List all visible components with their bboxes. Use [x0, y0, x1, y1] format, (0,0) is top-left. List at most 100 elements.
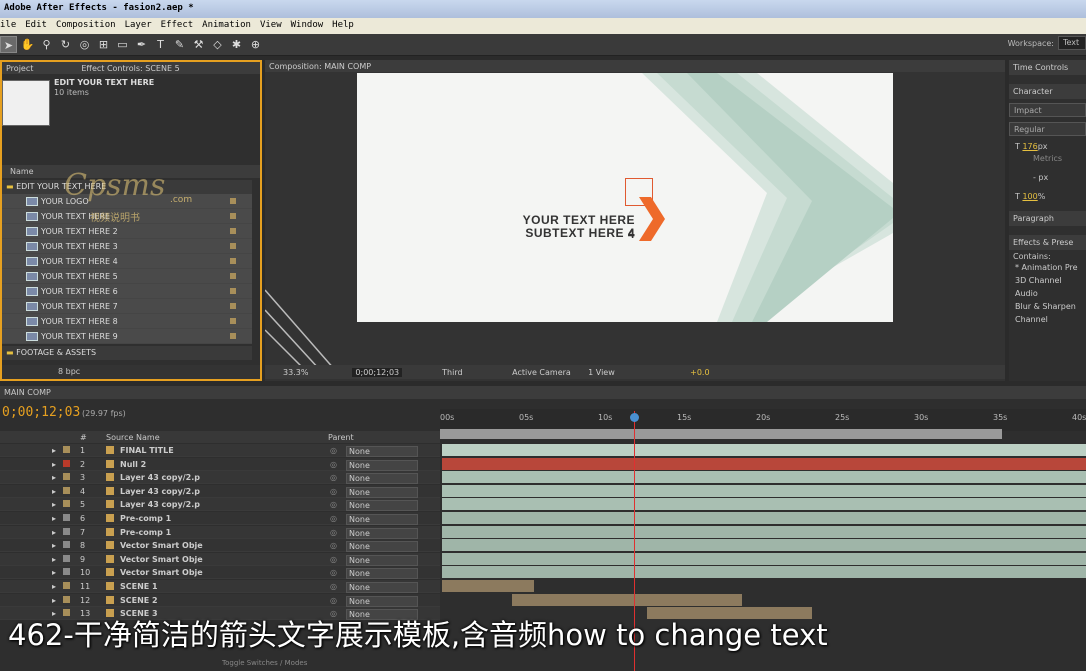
layer-duration-bar[interactable]	[442, 512, 1086, 524]
parent-dropdown[interactable]: None	[346, 568, 418, 580]
layer-source-name[interactable]: Vector Smart Obje	[120, 555, 203, 564]
effects-category[interactable]: Channel	[1009, 315, 1086, 328]
font-dropdown[interactable]: Impact	[1009, 103, 1086, 117]
parent-dropdown[interactable]: None	[346, 473, 418, 485]
layer-label-color[interactable]	[63, 500, 70, 508]
leading-field[interactable]: - px	[1009, 173, 1086, 182]
project-item[interactable]: YOUR TEXT HERE 6	[2, 284, 252, 299]
expand-arrow-icon[interactable]: ▸	[52, 446, 56, 455]
col-parent[interactable]: Parent	[328, 433, 354, 442]
parent-pick-whip-icon[interactable]: ◎	[330, 568, 337, 577]
menu-composition[interactable]: Composition	[56, 20, 116, 34]
layer-source-name[interactable]: Pre-comp 1	[120, 528, 171, 537]
effects-category[interactable]: Audio	[1009, 289, 1086, 302]
layer-label-color[interactable]	[63, 473, 70, 481]
playhead-handle-icon[interactable]	[630, 413, 639, 422]
timeline-timecode[interactable]: 0;00;12;03	[2, 405, 80, 420]
layer-duration-bar[interactable]	[442, 525, 1086, 538]
parent-pick-whip-icon[interactable]: ◎	[330, 473, 337, 482]
kerning-dropdown[interactable]: Metrics	[1009, 154, 1086, 163]
tab-project[interactable]: Project	[6, 64, 33, 73]
layer-row[interactable]: ▸ 1 FINAL TITLE ◎ None	[0, 444, 440, 457]
menu-layer[interactable]: Layer	[125, 20, 152, 34]
layer-label-color[interactable]	[63, 568, 70, 576]
project-item[interactable]: YOUR TEXT HERE 5	[2, 269, 252, 284]
layer-row[interactable]: ▸ 12 SCENE 2 ◎ None	[0, 593, 440, 607]
layer-source-name[interactable]: FINAL TITLE	[120, 446, 174, 455]
layer-source-name[interactable]: SCENE 2	[120, 596, 158, 605]
layer-duration-bar[interactable]	[442, 444, 1086, 456]
toggle-switches-button[interactable]: Toggle Switches / Modes	[222, 659, 307, 667]
parent-dropdown[interactable]: None	[346, 541, 418, 553]
effects-category[interactable]: 3D Channel	[1009, 276, 1086, 289]
workspace-dropdown[interactable]: Text	[1058, 36, 1086, 50]
zoom-dropdown[interactable]: 33.3%	[283, 368, 308, 377]
parent-pick-whip-icon[interactable]: ◎	[330, 446, 337, 455]
project-item[interactable]: YOUR TEXT HERE 3	[2, 239, 252, 254]
font-size-value[interactable]: 176	[1022, 142, 1037, 151]
layer-row[interactable]: ▸ 5 Layer 43 copy/2.p ◎ None	[0, 498, 440, 512]
selection-tool-icon[interactable]: ➤	[0, 36, 17, 53]
menu-edit[interactable]: Edit	[25, 20, 47, 34]
expand-arrow-icon[interactable]: ▸	[52, 596, 56, 605]
expand-arrow-icon[interactable]: ▸	[52, 568, 56, 577]
expand-arrow-icon[interactable]: ▸	[52, 528, 56, 537]
parent-dropdown[interactable]: None	[346, 554, 418, 566]
tab-effect-controls[interactable]: Effect Controls: SCENE 5	[81, 64, 179, 73]
exposure-value[interactable]: +0.0	[690, 368, 709, 377]
parent-pick-whip-icon[interactable]: ◎	[330, 487, 337, 496]
layer-row[interactable]: ▸ 8 Vector Smart Obje ◎ None	[0, 539, 440, 553]
parent-pick-whip-icon[interactable]: ◎	[330, 500, 337, 509]
layer-source-name[interactable]: Layer 43 copy/2.p	[120, 487, 200, 496]
parent-dropdown[interactable]: None	[346, 500, 418, 512]
folder-row-footage[interactable]: ▬ FOOTAGE & ASSETS	[2, 346, 252, 360]
expand-arrow-icon[interactable]: ▸	[52, 487, 56, 496]
project-item[interactable]: YOUR TEXT HERE 9	[2, 329, 252, 344]
layer-duration-bar[interactable]	[442, 580, 534, 592]
views-dropdown[interactable]: 1 View	[588, 368, 630, 377]
parent-dropdown[interactable]: None	[346, 514, 418, 525]
layer-source-name[interactable]: Layer 43 copy/2.p	[120, 500, 200, 509]
layer-source-name[interactable]: Vector Smart Obje	[120, 541, 203, 550]
layer-source-name[interactable]: Null 2	[120, 460, 146, 469]
pan-behind-icon[interactable]: ⊞	[95, 36, 112, 53]
parent-dropdown[interactable]: None	[346, 595, 418, 607]
effects-category[interactable]: * Animation Pre	[1009, 263, 1086, 276]
parent-dropdown[interactable]: None	[346, 486, 418, 498]
parent-pick-whip-icon[interactable]: ◎	[330, 514, 337, 523]
character-tab[interactable]: Character	[1009, 84, 1086, 99]
menu-file[interactable]: ile	[0, 20, 16, 34]
layer-duration-bar[interactable]	[442, 539, 1086, 552]
layer-row[interactable]: ▸ 11 SCENE 1 ◎ None	[0, 580, 440, 593]
menu-animation[interactable]: Animation	[202, 20, 251, 34]
parent-dropdown[interactable]: None	[346, 582, 418, 593]
layer-label-color[interactable]	[63, 446, 70, 453]
expand-arrow-icon[interactable]: ▸	[52, 541, 56, 550]
project-item[interactable]: YOUR TEXT HERE 2	[2, 224, 252, 239]
puppet-tool-icon[interactable]: ✱	[228, 36, 245, 53]
composition-canvas[interactable]: YOUR TEXT HERE 4 SUBTEXT HERE 4	[357, 73, 893, 322]
camera-orbit-icon[interactable]: ◎	[76, 36, 93, 53]
layer-label-color[interactable]	[63, 541, 70, 549]
work-area-bar[interactable]	[440, 429, 1002, 439]
layer-duration-bar[interactable]	[442, 457, 1086, 470]
project-item[interactable]: YOUR TEXT HERE 8	[2, 314, 252, 329]
expand-arrow-icon[interactable]: ▸	[52, 514, 56, 523]
layer-row[interactable]: ▸ 9 Vector Smart Obje ◎ None	[0, 552, 440, 566]
parent-pick-whip-icon[interactable]: ◎	[330, 582, 337, 591]
expand-arrow-icon[interactable]: ▸	[52, 460, 56, 469]
menu-window[interactable]: Window	[291, 20, 324, 34]
tab-composition[interactable]: Composition: MAIN COMP	[269, 62, 371, 71]
layer-row[interactable]: ▸ 2 Null 2 ◎ None	[0, 457, 440, 471]
parent-pick-whip-icon[interactable]: ◎	[330, 555, 337, 564]
layer-duration-bar[interactable]	[442, 484, 1086, 497]
parent-pick-whip-icon[interactable]: ◎	[330, 596, 337, 605]
parent-dropdown[interactable]: None	[346, 446, 418, 457]
layer-duration-bar[interactable]	[442, 471, 1086, 484]
axis-icon[interactable]: ⊕	[247, 36, 264, 53]
layer-row[interactable]: ▸ 10 Vector Smart Obje ◎ None	[0, 566, 440, 580]
parent-dropdown[interactable]: None	[346, 459, 418, 471]
camera-dropdown[interactable]: Active Camera	[512, 368, 582, 377]
menu-effect[interactable]: Effect	[161, 20, 194, 34]
parent-dropdown[interactable]: None	[346, 527, 418, 539]
